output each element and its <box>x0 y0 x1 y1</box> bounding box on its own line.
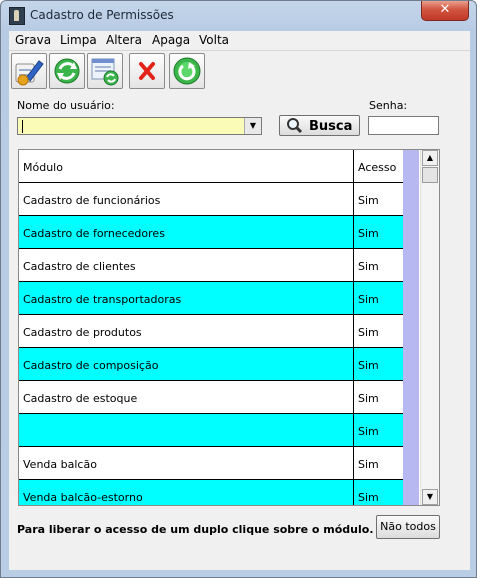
cell-modulo: Venda balcão-estorno <box>23 491 143 504</box>
table-row[interactable]: Venda balcão-estorno Sim <box>19 480 403 505</box>
text-caret <box>22 120 23 133</box>
user-combobox[interactable]: ▼ <box>17 117 262 135</box>
column-separator <box>353 216 354 249</box>
cell-acesso: Sim <box>358 194 379 207</box>
vertical-scrollbar[interactable]: ▲ ▼ <box>420 150 439 505</box>
column-separator <box>353 447 354 480</box>
cell-modulo: Cadastro de composição <box>23 359 159 372</box>
table-row[interactable]: Cadastro de transportadoras Sim <box>19 282 403 315</box>
exit-icon <box>173 57 201 85</box>
permissions-grid[interactable]: Módulo Acesso Cadastro de funcionários Si… <box>18 149 440 506</box>
cell-modulo: Cadastro de estoque <box>23 392 138 405</box>
cell-modulo: Cadastro de funcionários <box>23 194 161 207</box>
table-row[interactable]: Sim <box>19 414 403 447</box>
cell-acesso: Sim <box>358 227 379 240</box>
refresh-icon <box>54 58 80 84</box>
cell-acesso: Sim <box>358 359 379 372</box>
cell-acesso: Sim <box>358 425 379 438</box>
app-icon <box>9 7 25 25</box>
cell-acesso: Sim <box>358 293 379 306</box>
grid-side-strip <box>403 150 419 505</box>
cell-acesso: Sim <box>358 260 379 273</box>
table-row[interactable]: Cadastro de estoque Sim <box>19 381 403 414</box>
table-row[interactable]: Cadastro de fornecedores Sim <box>19 216 403 249</box>
column-separator <box>353 315 354 348</box>
cell-modulo: Cadastro de fornecedores <box>23 227 165 240</box>
client-area: Grava Limpa Altera Apaga Volta Nome do u… <box>9 31 470 570</box>
column-header-modulo-label: Módulo <box>23 161 63 174</box>
scroll-up-arrow-icon[interactable]: ▲ <box>422 150 438 166</box>
exit-button[interactable] <box>169 53 205 89</box>
column-separator <box>353 183 354 216</box>
menu-volta[interactable]: Volta <box>199 33 229 47</box>
cell-acesso: Sim <box>358 326 379 339</box>
column-separator <box>353 480 354 505</box>
search-button-label: Busca <box>309 119 353 134</box>
refresh-button[interactable] <box>49 53 85 89</box>
column-separator <box>353 282 354 315</box>
update-list-button[interactable] <box>87 53 123 89</box>
cell-modulo: Venda balcão <box>23 458 97 471</box>
cell-acesso: Sim <box>358 458 379 471</box>
menu-grava[interactable]: Grava <box>15 33 51 47</box>
column-header-acesso[interactable]: Acesso <box>354 150 403 183</box>
scroll-down-arrow-icon[interactable]: ▼ <box>422 489 438 505</box>
footer-hint: Para liberar o acesso de um duplo clique… <box>17 523 374 536</box>
search-button[interactable]: Busca <box>279 115 360 136</box>
nao-todos-button[interactable]: Não todos <box>376 515 440 539</box>
main-window: Cadastro de Permissões ✕ Grava Limpa Alt… <box>0 0 477 578</box>
cell-modulo: Cadastro de transportadoras <box>23 293 182 306</box>
column-header-acesso-label: Acesso <box>358 161 397 174</box>
column-separator <box>353 414 354 447</box>
column-separator <box>353 348 354 381</box>
magnifier-icon <box>287 118 303 134</box>
menu-bar: Grava Limpa Altera Apaga Volta <box>9 31 470 51</box>
delete-icon <box>139 62 155 80</box>
password-label: Senha: <box>369 99 408 112</box>
window-title: Cadastro de Permissões <box>30 8 174 22</box>
menu-limpa[interactable]: Limpa <box>60 33 97 47</box>
password-field[interactable] <box>368 116 439 135</box>
update-list-icon <box>91 58 119 86</box>
delete-button[interactable] <box>129 53 165 89</box>
edit-button[interactable] <box>11 53 47 89</box>
close-button[interactable]: ✕ <box>421 1 469 21</box>
column-separator <box>353 381 354 414</box>
menu-altera[interactable]: Altera <box>106 33 142 47</box>
column-header-modulo[interactable]: Módulo <box>19 150 354 183</box>
cell-acesso: Sim <box>358 392 379 405</box>
table-row[interactable]: Cadastro de produtos Sim <box>19 315 403 348</box>
cell-modulo: Cadastro de clientes <box>23 260 136 273</box>
title-bar[interactable]: Cadastro de Permissões ✕ <box>1 1 476 29</box>
edit-icon <box>15 60 44 86</box>
cell-modulo: Cadastro de produtos <box>23 326 142 339</box>
scroll-thumb[interactable] <box>422 167 438 183</box>
cell-acesso: Sim <box>358 491 379 504</box>
table-row[interactable]: Cadastro de composição Sim <box>19 348 403 381</box>
chevron-down-icon[interactable]: ▼ <box>244 118 261 134</box>
user-label: Nome do usuário: <box>17 99 115 112</box>
table-row[interactable]: Venda balcão Sim <box>19 447 403 480</box>
toolbar <box>9 52 470 92</box>
table-row[interactable]: Cadastro de funcionários Sim <box>19 183 403 216</box>
table-row[interactable]: Cadastro de clientes Sim <box>19 249 403 282</box>
menu-apaga[interactable]: Apaga <box>152 33 190 47</box>
column-separator <box>353 249 354 282</box>
